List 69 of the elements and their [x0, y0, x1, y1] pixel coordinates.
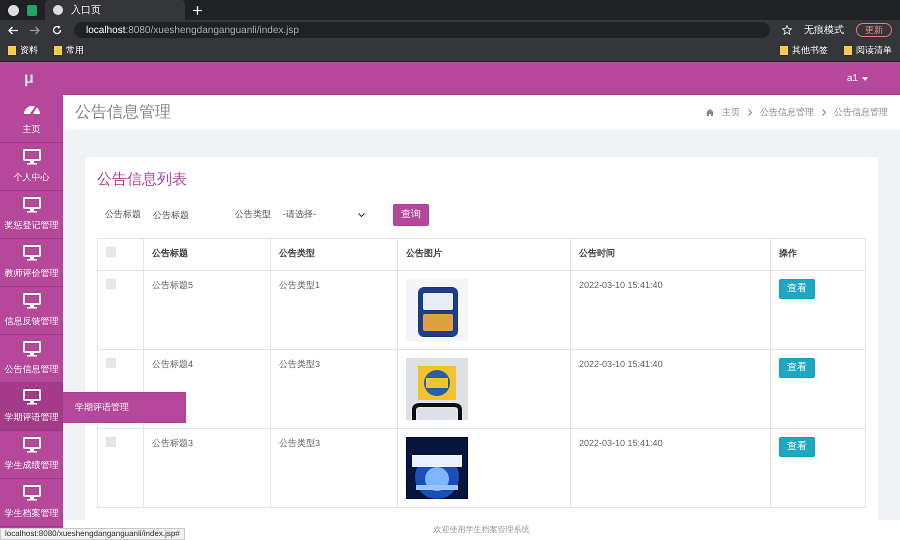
table-cell: 2022-03-10 15:41:40: [570, 270, 770, 349]
chevron-down-icon: [358, 212, 365, 216]
page-title: 公告信息管理: [75, 102, 171, 122]
sidebar-item[interactable]: 学生成绩管理: [0, 431, 63, 479]
monitor-icon: [22, 484, 40, 501]
monitor-icon: [22, 388, 40, 405]
bookmark[interactable]: 资料: [8, 44, 38, 58]
monitor-icon: [22, 436, 40, 453]
monitor-icon: [22, 196, 40, 213]
caret-icon[interactable]: [862, 76, 868, 80]
column-header: 操作: [770, 238, 866, 270]
status-url: localhost:8080/xueshengdanganguanli/index.jsp#: [0, 528, 185, 540]
plus-icon[interactable]: [193, 6, 202, 14]
table-cell: 公告标题5: [144, 270, 271, 349]
reload-icon[interactable]: [52, 25, 62, 35]
bookmark[interactable]: 其他书签: [780, 44, 828, 58]
column-header: 公告类型: [270, 238, 398, 270]
filter-label: 公告类型: [235, 208, 271, 221]
chevron-icon: [748, 109, 752, 116]
sidebar-item[interactable]: 信息反馈管理: [0, 287, 63, 335]
view-button[interactable]: 查看: [779, 278, 815, 298]
card-title: 公告信息列表: [97, 170, 188, 190]
sidebar-item[interactable]: 学期评语管理: [0, 383, 63, 431]
bookmark[interactable]: 阅读清单: [844, 44, 892, 58]
globe-icon: [53, 5, 63, 15]
home-icon: [706, 109, 714, 116]
forward-icon[interactable]: [30, 26, 40, 34]
globe-icon[interactable]: [8, 4, 19, 16]
sidebar-item[interactable]: 学生档案管理: [0, 479, 63, 527]
column-header: 公告标题: [144, 238, 271, 270]
filter-label: 公告标题: [105, 208, 141, 221]
browser-tab[interactable]: 入口页: [45, 0, 185, 20]
checkbox[interactable]: [106, 358, 116, 368]
profile-label[interactable]: 无痕模式: [804, 22, 844, 38]
table-cell: 公告类型3: [270, 428, 398, 507]
sheet-icon[interactable]: [27, 4, 37, 16]
monitor-icon: [22, 148, 40, 165]
breadcrumb-link[interactable]: 公告信息管理: [760, 106, 814, 120]
select-field[interactable]: -请选择-: [279, 204, 369, 224]
table-cell: 公告标题3: [144, 428, 271, 507]
monitor-icon: [22, 292, 40, 309]
monitor-icon: [22, 244, 40, 261]
table-cell: 公告类型1: [270, 270, 398, 349]
monitor-icon: [22, 340, 40, 357]
address-field[interactable]: localhost:8080/xueshengdanganguanli/index.jsp: [74, 22, 770, 38]
table-cell: 2022-03-10 15:41:40: [570, 349, 770, 428]
sidebar-item[interactable]: 奖惩登记管理: [0, 191, 63, 239]
column-header: 公告时间: [570, 238, 770, 270]
submenu-item[interactable]: 学期评语管理: [75, 400, 129, 414]
view-button[interactable]: 查看: [779, 358, 815, 378]
checkbox[interactable]: [106, 278, 116, 288]
update-button[interactable]: 更新: [856, 23, 892, 37]
sidebar-item[interactable]: 教师评价管理: [0, 239, 63, 287]
input-field[interactable]: 公告标题: [149, 204, 219, 224]
bookmark[interactable]: 常用: [54, 44, 84, 58]
table-cell: 2022-03-10 15:41:40: [570, 428, 770, 507]
breadcrumb-link[interactable]: 主页: [722, 106, 740, 120]
search-button[interactable]: 查询: [393, 204, 429, 226]
user-menu[interactable]: a1: [846, 71, 858, 86]
back-icon[interactable]: [8, 26, 18, 34]
column-header: 公告图片: [398, 238, 570, 270]
table-cell: 公告类型3: [270, 349, 398, 428]
checkbox[interactable]: [106, 246, 116, 257]
view-button[interactable]: 查看: [779, 436, 815, 456]
logo: μ: [24, 68, 34, 88]
star-icon[interactable]: [782, 25, 792, 35]
checkbox[interactable]: [106, 436, 116, 446]
sidebar-item[interactable]: 个人中心: [0, 143, 63, 191]
chevron-icon: [822, 109, 826, 116]
